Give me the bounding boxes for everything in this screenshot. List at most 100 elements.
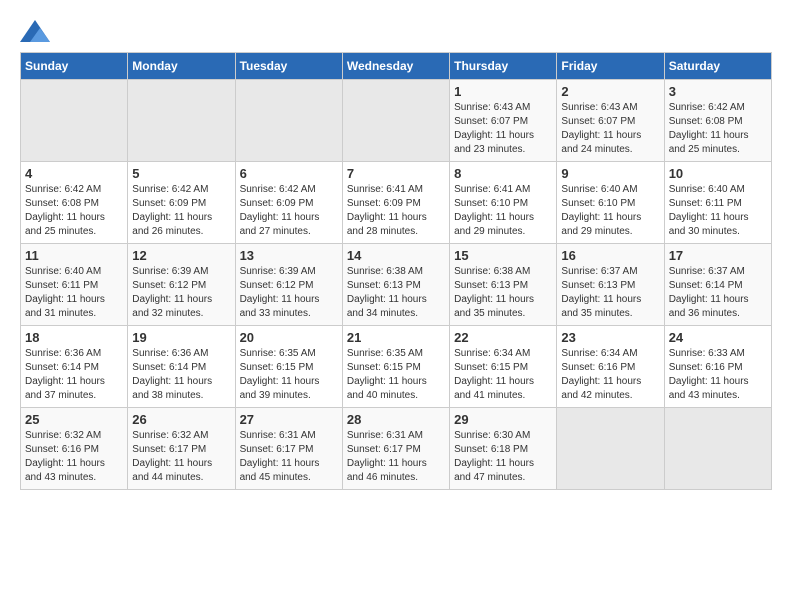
calendar-table: SundayMondayTuesdayWednesdayThursdayFrid… (20, 52, 772, 490)
calendar-cell (235, 80, 342, 162)
day-info: Sunrise: 6:42 AMSunset: 6:08 PMDaylight:… (25, 183, 123, 239)
day-number: 3 (669, 84, 767, 99)
weekday-header-friday: Friday (557, 53, 664, 80)
calendar-cell: 8 Sunrise: 6:41 AMSunset: 6:10 PMDaylight… (450, 162, 557, 244)
calendar-cell: 7 Sunrise: 6:41 AMSunset: 6:09 PMDaylight… (342, 162, 449, 244)
day-number: 7 (347, 166, 445, 181)
day-number: 14 (347, 248, 445, 263)
week-row-0: 1 Sunrise: 6:43 AMSunset: 6:07 PMDaylight… (21, 80, 772, 162)
calendar-cell: 16 Sunrise: 6:37 AMSunset: 6:13 PMDayligh… (557, 244, 664, 326)
day-number: 22 (454, 330, 552, 345)
weekday-header-sunday: Sunday (21, 53, 128, 80)
day-info: Sunrise: 6:40 AMSunset: 6:11 PMDaylight:… (669, 183, 767, 239)
weekday-header-monday: Monday (128, 53, 235, 80)
calendar-cell: 20 Sunrise: 6:35 AMSunset: 6:15 PMDayligh… (235, 326, 342, 408)
calendar-cell: 18 Sunrise: 6:36 AMSunset: 6:14 PMDayligh… (21, 326, 128, 408)
day-number: 26 (132, 412, 230, 427)
day-info: Sunrise: 6:42 AMSunset: 6:09 PMDaylight:… (132, 183, 230, 239)
weekday-header-saturday: Saturday (664, 53, 771, 80)
day-info: Sunrise: 6:39 AMSunset: 6:12 PMDaylight:… (132, 265, 230, 321)
calendar-cell: 4 Sunrise: 6:42 AMSunset: 6:08 PMDaylight… (21, 162, 128, 244)
calendar-cell: 27Sunrise: 6:31 AMSunset: 6:17 PMDayligh… (235, 408, 342, 490)
calendar-cell: 9Sunrise: 6:40 AMSunset: 6:10 PMDaylight… (557, 162, 664, 244)
day-info: Sunrise: 6:35 AMSunset: 6:15 PMDaylight:… (347, 347, 445, 403)
day-info: Sunrise: 6:34 AMSunset: 6:15 PMDaylight:… (454, 347, 552, 403)
day-info: Sunrise: 6:41 AMSunset: 6:09 PMDaylight:… (347, 183, 445, 239)
day-number: 16 (561, 248, 659, 263)
week-row-1: 4 Sunrise: 6:42 AMSunset: 6:08 PMDaylight… (21, 162, 772, 244)
calendar-cell: 26 Sunrise: 6:32 AMSunset: 6:17 PMDayligh… (128, 408, 235, 490)
day-number: 8 (454, 166, 552, 181)
calendar-cell: 12 Sunrise: 6:39 AMSunset: 6:12 PMDayligh… (128, 244, 235, 326)
calendar-cell (557, 408, 664, 490)
day-number: 15 (454, 248, 552, 263)
day-info: Sunrise: 6:31 AMSunset: 6:17 PMDaylight:… (347, 429, 445, 485)
calendar-cell: 11 Sunrise: 6:40 AMSunset: 6:11 PMDayligh… (21, 244, 128, 326)
calendar-cell: 22 Sunrise: 6:34 AMSunset: 6:15 PMDayligh… (450, 326, 557, 408)
calendar-cell: 24Sunrise: 6:33 AMSunset: 6:16 PMDayligh… (664, 326, 771, 408)
day-info: Sunrise: 6:43 AMSunset: 6:07 PMDaylight:… (454, 101, 552, 157)
day-number: 20 (240, 330, 338, 345)
calendar-cell: 15Sunrise: 6:38 AMSunset: 6:13 PMDayligh… (450, 244, 557, 326)
calendar-cell: 14 Sunrise: 6:38 AMSunset: 6:13 PMDayligh… (342, 244, 449, 326)
calendar-cell: 19 Sunrise: 6:36 AMSunset: 6:14 PMDayligh… (128, 326, 235, 408)
day-info: Sunrise: 6:36 AMSunset: 6:14 PMDaylight:… (25, 347, 123, 403)
week-row-4: 25 Sunrise: 6:32 AMSunset: 6:16 PMDayligh… (21, 408, 772, 490)
calendar-cell (128, 80, 235, 162)
day-info: Sunrise: 6:40 AMSunset: 6:11 PMDaylight:… (25, 265, 123, 321)
day-number: 4 (25, 166, 123, 181)
day-number: 19 (132, 330, 230, 345)
calendar-cell: 21Sunrise: 6:35 AMSunset: 6:15 PMDayligh… (342, 326, 449, 408)
day-number: 23 (561, 330, 659, 345)
logo (20, 20, 54, 42)
day-info: Sunrise: 6:34 AMSunset: 6:16 PMDaylight:… (561, 347, 659, 403)
day-number: 6 (240, 166, 338, 181)
calendar-cell (21, 80, 128, 162)
day-number: 5 (132, 166, 230, 181)
calendar-cell: 10 Sunrise: 6:40 AMSunset: 6:11 PMDayligh… (664, 162, 771, 244)
calendar-cell: 6 Sunrise: 6:42 AMSunset: 6:09 PMDaylight… (235, 162, 342, 244)
day-info: Sunrise: 6:41 AMSunset: 6:10 PMDaylight:… (454, 183, 552, 239)
day-info: Sunrise: 6:42 AMSunset: 6:09 PMDaylight:… (240, 183, 338, 239)
logo-icon (20, 20, 50, 42)
day-info: Sunrise: 6:36 AMSunset: 6:14 PMDaylight:… (132, 347, 230, 403)
day-info: Sunrise: 6:37 AMSunset: 6:13 PMDaylight:… (561, 265, 659, 321)
calendar-cell: 28 Sunrise: 6:31 AMSunset: 6:17 PMDayligh… (342, 408, 449, 490)
calendar-cell: 5 Sunrise: 6:42 AMSunset: 6:09 PMDaylight… (128, 162, 235, 244)
weekday-header-thursday: Thursday (450, 53, 557, 80)
day-number: 1 (454, 84, 552, 99)
day-number: 29 (454, 412, 552, 427)
day-number: 25 (25, 412, 123, 427)
day-number: 28 (347, 412, 445, 427)
day-number: 9 (561, 166, 659, 181)
day-number: 18 (25, 330, 123, 345)
header (20, 20, 772, 42)
week-row-3: 18 Sunrise: 6:36 AMSunset: 6:14 PMDayligh… (21, 326, 772, 408)
day-info: Sunrise: 6:32 AMSunset: 6:16 PMDaylight:… (25, 429, 123, 485)
weekday-header-row: SundayMondayTuesdayWednesdayThursdayFrid… (21, 53, 772, 80)
day-info: Sunrise: 6:42 AMSunset: 6:08 PMDaylight:… (669, 101, 767, 157)
day-number: 11 (25, 248, 123, 263)
calendar-cell: 17Sunrise: 6:37 AMSunset: 6:14 PMDayligh… (664, 244, 771, 326)
calendar-cell (664, 408, 771, 490)
weekday-header-tuesday: Tuesday (235, 53, 342, 80)
day-info: Sunrise: 6:38 AMSunset: 6:13 PMDaylight:… (347, 265, 445, 321)
day-number: 13 (240, 248, 338, 263)
calendar-cell: 1 Sunrise: 6:43 AMSunset: 6:07 PMDaylight… (450, 80, 557, 162)
day-info: Sunrise: 6:32 AMSunset: 6:17 PMDaylight:… (132, 429, 230, 485)
weekday-header-wednesday: Wednesday (342, 53, 449, 80)
calendar-cell (342, 80, 449, 162)
day-info: Sunrise: 6:30 AMSunset: 6:18 PMDaylight:… (454, 429, 552, 485)
day-number: 24 (669, 330, 767, 345)
calendar-cell: 25 Sunrise: 6:32 AMSunset: 6:16 PMDayligh… (21, 408, 128, 490)
day-info: Sunrise: 6:43 AMSunset: 6:07 PMDaylight:… (561, 101, 659, 157)
day-info: Sunrise: 6:31 AMSunset: 6:17 PMDaylight:… (240, 429, 338, 485)
day-info: Sunrise: 6:37 AMSunset: 6:14 PMDaylight:… (669, 265, 767, 321)
calendar-cell: 2 Sunrise: 6:43 AMSunset: 6:07 PMDaylight… (557, 80, 664, 162)
day-info: Sunrise: 6:35 AMSunset: 6:15 PMDaylight:… (240, 347, 338, 403)
day-number: 10 (669, 166, 767, 181)
day-number: 12 (132, 248, 230, 263)
day-number: 2 (561, 84, 659, 99)
week-row-2: 11 Sunrise: 6:40 AMSunset: 6:11 PMDayligh… (21, 244, 772, 326)
calendar-cell: 13Sunrise: 6:39 AMSunset: 6:12 PMDayligh… (235, 244, 342, 326)
